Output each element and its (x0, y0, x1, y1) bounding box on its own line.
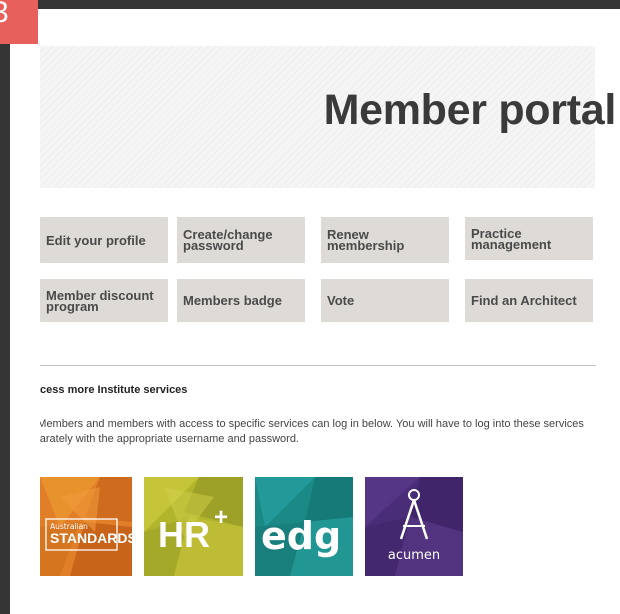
find-architect-button[interactable]: Find an Architect (465, 279, 593, 322)
vote-button[interactable]: Vote (321, 279, 449, 322)
acumen-service-tile[interactable]: acumen (365, 477, 463, 576)
section-divider (40, 365, 596, 366)
services-description: All Members and members with access to s… (40, 418, 584, 445)
change-password-button[interactable]: Create/change password (177, 217, 305, 263)
top-frame-bar (0, 0, 620, 9)
standards-service-tile[interactable]: Australian STANDARDS (40, 477, 132, 576)
acumen-logo-icon: acumen (365, 477, 463, 576)
svg-text:edg: edg (261, 514, 341, 558)
hr-plus-service-tile[interactable]: HR + (144, 477, 243, 576)
edg-service-tile[interactable]: edg (255, 477, 353, 576)
step-number-badge: 3 (0, 0, 38, 44)
hr-plus-logo-icon: HR + (144, 477, 243, 576)
members-badge-button[interactable]: Members badge (177, 279, 305, 322)
standards-logo-icon: Australian STANDARDS (40, 477, 132, 576)
svg-text:HR: HR (158, 514, 210, 555)
member-discount-button[interactable]: Member discount program (40, 279, 168, 322)
left-frame-bar (0, 0, 10, 614)
renew-membership-button[interactable]: Renew membership (321, 217, 449, 263)
svg-text:+: + (214, 504, 228, 531)
edit-profile-button[interactable]: Edit your profile (40, 217, 168, 263)
svg-text:acumen: acumen (388, 548, 440, 563)
services-heading: Access more Institute services (40, 384, 188, 396)
svg-text:STANDARDS: STANDARDS (50, 530, 132, 546)
practice-management-button[interactable]: Practice management (465, 217, 593, 260)
edg-logo-icon: edg (255, 477, 353, 576)
page-title: Member portal (323, 86, 617, 134)
